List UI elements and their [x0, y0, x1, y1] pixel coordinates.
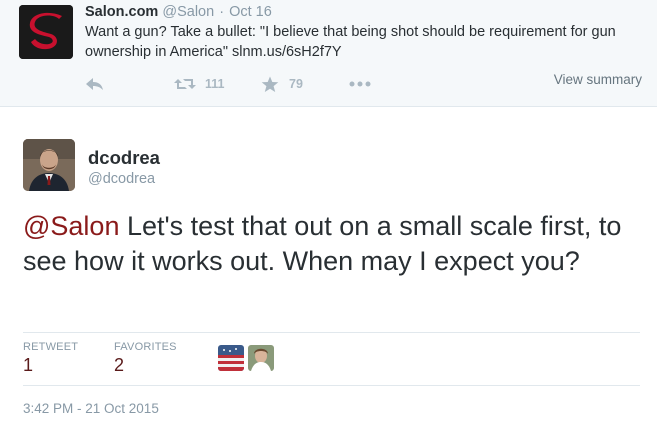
quoted-tweet[interactable]: Salon.com @Salon · Oct 16 Want a gun? Ta…: [0, 0, 657, 107]
favorites-stat-value: 2: [114, 355, 125, 375]
retweet-count: 111: [205, 77, 225, 91]
person-avatar-icon: [248, 345, 274, 371]
retweet-stat-label: RETWEET: [23, 341, 79, 353]
tweet-stats: RETWEET 1 FAVORITES 2: [23, 332, 640, 386]
more-button[interactable]: [349, 74, 371, 94]
favorites-stat-label: FAVORITES: [114, 341, 177, 353]
tweet-text: @Salon Let's test that out on a small sc…: [23, 209, 643, 279]
tweet-timestamp[interactable]: 3:42 PM - 21 Oct 2015: [23, 401, 159, 416]
quoted-author-name[interactable]: Salon.com: [85, 4, 158, 20]
retweet-stat[interactable]: RETWEET 1: [23, 341, 78, 376]
favorite-count: 79: [289, 77, 303, 91]
quoted-tweet-text: Want a gun? Take a bullet: "I believe th…: [85, 23, 645, 62]
favorited-by-avatars: [218, 345, 274, 371]
view-summary-link[interactable]: View summary: [554, 72, 642, 87]
reply-icon: [86, 78, 103, 90]
quoted-separator: ·: [219, 4, 225, 20]
quoted-link[interactable]: slnm.us/6sH2f7Y: [232, 44, 342, 60]
salon-logo-avatar[interactable]: [19, 5, 73, 59]
retweet-icon: [174, 79, 196, 89]
reply-button[interactable]: [85, 74, 105, 94]
quoted-date[interactable]: Oct 16: [229, 4, 272, 20]
avatar[interactable]: [23, 139, 75, 191]
retweet-stat-value: 1: [23, 355, 34, 375]
retweet-button[interactable]: 111: [173, 74, 224, 94]
more-icon: [349, 81, 371, 87]
user-avatar-icon: [23, 139, 75, 191]
quoted-author-handle[interactable]: @Salon: [162, 4, 214, 20]
quoted-text-main: Want a gun? Take a bullet: "I believe th…: [85, 24, 616, 60]
salon-s-logo-icon: [19, 5, 73, 59]
favoriter-avatar[interactable]: [218, 345, 244, 371]
star-icon: [261, 76, 279, 92]
author-handle[interactable]: @dcodrea: [88, 171, 155, 187]
flag-avatar-icon: [218, 345, 244, 371]
favoriter-avatar[interactable]: [248, 345, 274, 371]
favorites-stat[interactable]: FAVORITES 2: [114, 341, 177, 376]
author-name[interactable]: dcodrea: [88, 147, 160, 169]
favorite-button[interactable]: 79: [261, 74, 303, 94]
mention-link[interactable]: @Salon: [23, 211, 119, 241]
quoted-header: Salon.com @Salon · Oct 16: [85, 4, 272, 20]
